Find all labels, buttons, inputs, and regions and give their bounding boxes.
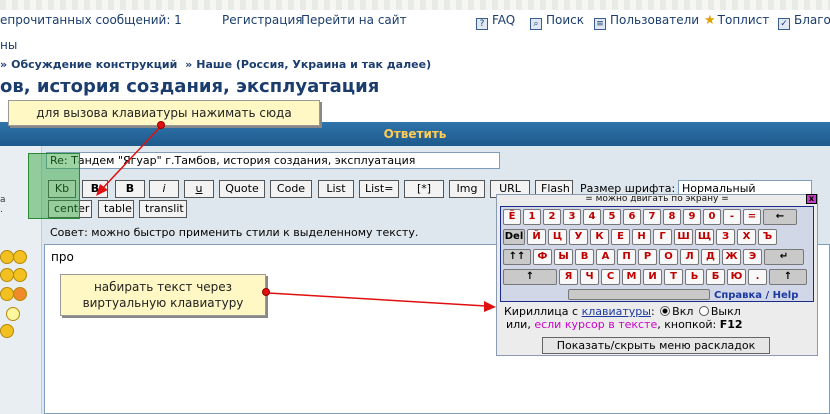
key-1-8[interactable]: Ш — [674, 229, 693, 245]
typing-hint-line-1: набирать текст через — [93, 280, 233, 294]
space-key[interactable] — [568, 289, 710, 300]
cursor-condition: если курсор в тексте — [534, 318, 658, 331]
key-1-10[interactable]: З — [716, 229, 735, 245]
key-3-9[interactable]: Ю — [727, 269, 746, 285]
key-1-0[interactable]: Del — [503, 229, 525, 245]
key-0-10[interactable]: 0 — [703, 209, 721, 225]
typing-hint-callout: набирать текст через виртуальную клавиат… — [60, 274, 266, 316]
toggle-layouts-button[interactable]: Показать/скрыть меню раскладок — [542, 337, 770, 354]
key-0-13[interactable]: ← — [763, 209, 797, 225]
key-1-12[interactable]: Ъ — [758, 229, 777, 245]
keyboard-drag-handle[interactable]: = можно двигать по экрану = — [496, 194, 818, 205]
key-2-6[interactable]: Р — [638, 249, 657, 265]
key-2-12[interactable]: ↵ — [764, 249, 804, 265]
key-3-1[interactable]: Я — [559, 269, 578, 285]
key-3-2[interactable]: Ч — [580, 269, 599, 285]
key-0-3[interactable]: 3 — [563, 209, 581, 225]
on-label: Вкл — [672, 305, 694, 318]
arrow-line-1 — [101, 124, 163, 190]
key-0-4[interactable]: 4 — [583, 209, 601, 225]
key-0-6[interactable]: 6 — [623, 209, 641, 225]
key-1-2[interactable]: Ц — [548, 229, 567, 245]
keyboard-link[interactable]: клавиатуры — [582, 305, 651, 318]
key-0-11[interactable]: - — [723, 209, 741, 225]
key-1-4[interactable]: К — [590, 229, 609, 245]
key-2-11[interactable]: Э — [743, 249, 762, 265]
off-label: Выкл — [710, 305, 741, 318]
key-3-6[interactable]: Т — [664, 269, 683, 285]
key-0-0[interactable]: Ё — [503, 209, 521, 225]
typing-hint-line-2: виртуальную клавиатуру — [82, 296, 244, 310]
key-2-5[interactable]: П — [617, 249, 636, 265]
key-1-9[interactable]: Щ — [695, 229, 714, 245]
key-3-3[interactable]: С — [601, 269, 620, 285]
cyrillic-label: Кириллица с — [504, 305, 579, 318]
key-3-10[interactable]: . — [748, 269, 767, 285]
key-0-5[interactable]: 5 — [603, 209, 621, 225]
key-1-1[interactable]: Й — [527, 229, 546, 245]
key-3-4[interactable]: М — [622, 269, 641, 285]
key-0-12[interactable]: = — [743, 209, 761, 225]
arrow-line-2 — [267, 292, 487, 307]
key-3-11[interactable]: ↑ — [769, 269, 807, 285]
key-0-2[interactable]: 2 — [543, 209, 561, 225]
key-0-7[interactable]: 7 — [643, 209, 661, 225]
key-1-5[interactable]: Е — [611, 229, 630, 245]
key-1-6[interactable]: Н — [632, 229, 651, 245]
key-3-7[interactable]: Ь — [685, 269, 704, 285]
key-3-8[interactable]: Б — [706, 269, 725, 285]
keyboard-close-icon[interactable]: x — [806, 194, 817, 204]
key-0-1[interactable]: 1 — [523, 209, 541, 225]
off-radio[interactable] — [698, 306, 709, 316]
key-2-7[interactable]: О — [659, 249, 678, 265]
key-3-5[interactable]: И — [643, 269, 662, 285]
key-2-0[interactable]: ↑↑ — [503, 249, 531, 265]
callout-dot-2 — [262, 288, 270, 296]
key-2-3[interactable]: В — [575, 249, 594, 265]
key-2-10[interactable]: Ж — [722, 249, 741, 265]
cyrillic-toggle-row: Кириллица с клавиатуры: Вкл Выкл — [504, 305, 741, 318]
key-1-3[interactable]: У — [569, 229, 588, 245]
arrowhead-1 — [96, 184, 108, 196]
or-label: или, — [506, 318, 531, 331]
key-3-0[interactable]: ↑ — [503, 269, 557, 285]
key-2-8[interactable]: Л — [680, 249, 699, 265]
key-2-4[interactable]: А — [596, 249, 615, 265]
on-radio[interactable] — [660, 306, 671, 316]
key-2-9[interactable]: Д — [701, 249, 720, 265]
or-key-label: , кнопкой: — [657, 318, 717, 331]
key-1-7[interactable]: Г — [653, 229, 672, 245]
key-1-11[interactable]: Х — [737, 229, 756, 245]
key-0-9[interactable]: 9 — [683, 209, 701, 225]
shortcut-row: или, если курсор в тексте, кнопкой: F12 — [506, 318, 743, 331]
key-2-2[interactable]: Ы — [554, 249, 573, 265]
key-0-8[interactable]: 8 — [663, 209, 681, 225]
shortcut-key: F12 — [719, 318, 743, 331]
key-2-1[interactable]: Ф — [533, 249, 552, 265]
keyboard-help-link[interactable]: Справка / Help — [714, 290, 798, 301]
arrowhead-2 — [484, 301, 496, 312]
callout-dot-1 — [157, 121, 165, 129]
